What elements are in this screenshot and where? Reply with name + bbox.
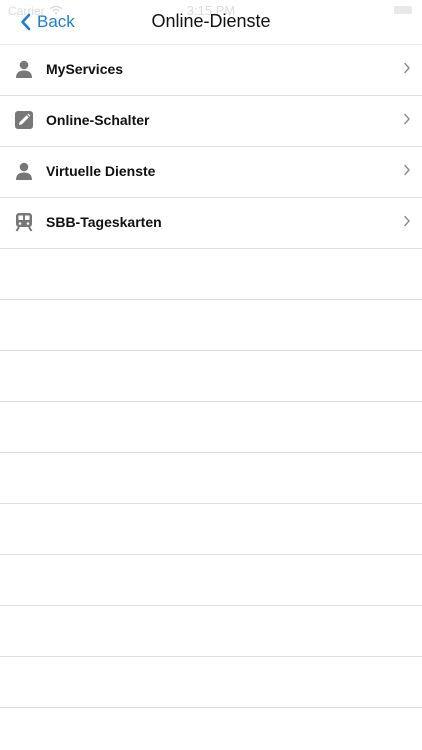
empty-row bbox=[0, 249, 422, 300]
empty-row bbox=[0, 453, 422, 504]
services-list: MyServices Online-Schalter Virtuelle Die… bbox=[0, 44, 422, 750]
person-icon bbox=[14, 59, 34, 79]
list-item-label: Online-Schalter bbox=[46, 112, 150, 128]
list-item-label: Virtuelle Dienste bbox=[46, 163, 156, 179]
chevron-right-icon bbox=[403, 164, 411, 176]
empty-row bbox=[0, 606, 422, 657]
page-title: Online-Dienste bbox=[151, 11, 271, 31]
list-item-myservices[interactable]: MyServices bbox=[0, 44, 422, 96]
list-item-online-schalter[interactable]: Online-Schalter bbox=[0, 96, 422, 147]
list-item-label: SBB-Tageskarten bbox=[46, 214, 162, 230]
empty-row bbox=[0, 708, 422, 750]
train-icon bbox=[14, 212, 34, 232]
empty-row bbox=[0, 300, 422, 351]
empty-row bbox=[0, 657, 422, 708]
list-item-virtuelle-dienste[interactable]: Virtuelle Dienste bbox=[0, 147, 422, 198]
list-item-sbb-tageskarten[interactable]: SBB-Tageskarten bbox=[0, 198, 422, 249]
empty-row bbox=[0, 555, 422, 606]
empty-row bbox=[0, 402, 422, 453]
screen: Carrier 3:15 PM Back Online-Dienste MySe… bbox=[0, 0, 422, 750]
navigation-bar: Back Online-Dienste bbox=[0, 0, 422, 44]
pencil-square-icon bbox=[14, 110, 34, 130]
chevron-right-icon bbox=[403, 113, 411, 125]
person-icon bbox=[14, 161, 34, 181]
empty-row bbox=[0, 504, 422, 555]
empty-row bbox=[0, 351, 422, 402]
chevron-right-icon bbox=[403, 215, 411, 227]
chevron-right-icon bbox=[403, 62, 411, 74]
list-item-label: MyServices bbox=[46, 61, 124, 77]
